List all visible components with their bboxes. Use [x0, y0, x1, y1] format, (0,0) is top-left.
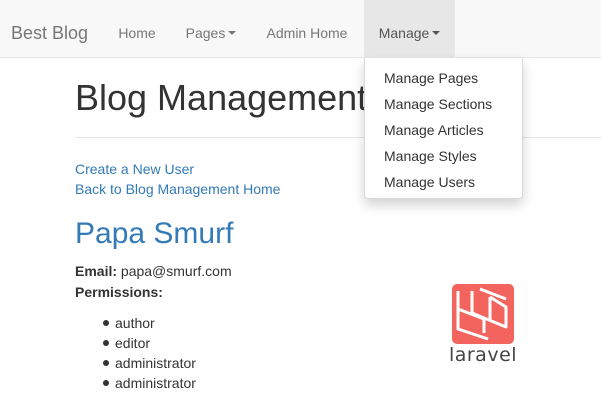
email-row: Email: papa@smurf.com — [75, 261, 232, 281]
nav-item-home-label: Home — [118, 25, 156, 41]
nav-item-pages[interactable]: Pages — [173, 0, 249, 58]
email-value: papa@smurf.com — [120, 263, 232, 279]
manage-dropdown-menu: Manage Pages Manage Sections Manage Arti… — [364, 58, 523, 199]
navbar: Best Blog Home Pages Admin Home Manage — [0, 0, 601, 58]
menu-item-manage-articles[interactable]: Manage Articles — [365, 117, 522, 143]
list-item: administrator — [101, 373, 196, 393]
nav-item-pages-label: Pages — [185, 25, 226, 41]
menu-item-manage-users[interactable]: Manage Users — [365, 169, 522, 195]
permissions-list: author editor administrator administrato… — [101, 313, 196, 393]
nav-item-manage-label: Manage — [378, 25, 430, 41]
bullet-icon — [103, 380, 109, 386]
permission-label: administrator — [115, 375, 196, 391]
navbar-brand[interactable]: Best Blog — [11, 0, 88, 58]
list-item: administrator — [101, 353, 196, 373]
caret-down-icon — [432, 31, 441, 36]
list-item: author — [101, 313, 196, 333]
bullet-icon — [103, 320, 109, 326]
nav-item-admin-home-label: Admin Home — [266, 25, 348, 41]
back-to-management-home-link[interactable]: Back to Blog Management Home — [75, 179, 280, 199]
menu-item-manage-styles[interactable]: Manage Styles — [365, 143, 522, 169]
nav-item-admin-home[interactable]: Admin Home — [252, 0, 362, 58]
email-label: Email: — [75, 263, 118, 279]
permission-label: author — [115, 315, 155, 331]
permissions-row: Permissions: — [75, 282, 163, 302]
user-name-heading[interactable]: Papa Smurf — [75, 214, 233, 254]
laravel-wordmark: laravel — [448, 344, 518, 366]
menu-item-manage-sections[interactable]: Manage Sections — [365, 91, 522, 117]
menu-item-manage-pages[interactable]: Manage Pages — [365, 65, 522, 91]
permission-label: editor — [115, 335, 151, 351]
page-title: Blog Management — [75, 77, 368, 118]
permissions-label: Permissions: — [75, 284, 163, 300]
nav-item-home[interactable]: Home — [106, 0, 168, 58]
bullet-icon — [103, 360, 109, 366]
nav-item-manage[interactable]: Manage — [364, 0, 455, 58]
bullet-icon — [103, 340, 109, 346]
permission-label: administrator — [115, 355, 196, 371]
create-user-link[interactable]: Create a New User — [75, 159, 194, 179]
list-item: editor — [101, 333, 196, 353]
caret-down-icon — [228, 31, 237, 36]
